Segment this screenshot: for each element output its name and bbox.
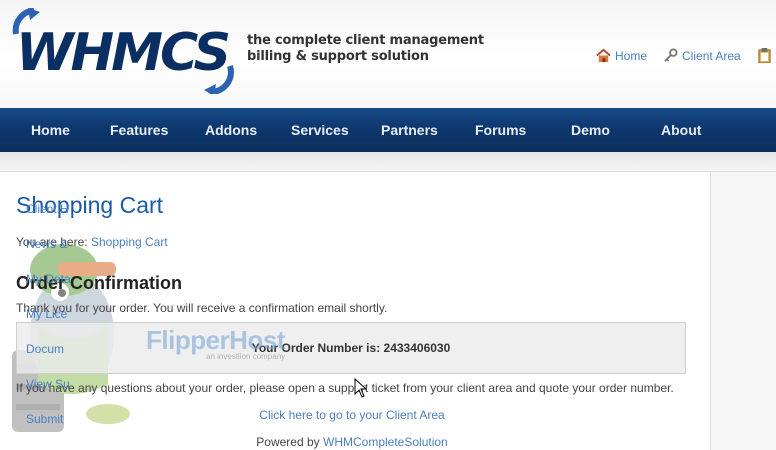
breadcrumb-link-shopping-cart[interactable]: Shopping Cart [91, 235, 168, 249]
flipperhost-watermark-logo: FlipperHost an investlion company [146, 325, 306, 365]
watermark-sub: an investlion company [206, 352, 286, 361]
tagline: the complete client management billing &… [247, 33, 484, 65]
top-link-client-area-label: Client Area [682, 48, 741, 63]
tagline-line-2: billing & support solution [247, 49, 429, 64]
top-links: Home Client Area [596, 48, 772, 63]
powered-prefix: Powered by [256, 435, 320, 449]
thanks-message: Thank you for your order. You will recei… [16, 301, 388, 315]
site-header: WHMCS the complete client management bil… [0, 0, 776, 108]
top-link-client-area[interactable]: Client Area [663, 48, 741, 63]
whmcs-logo[interactable]: WHMCS [12, 8, 236, 94]
questions-message: If you have any questions about your ord… [16, 381, 674, 395]
nav-home[interactable]: Home [31, 108, 70, 152]
sidebar-link-client-home[interactable]: Client H [26, 202, 69, 216]
sidebar [710, 172, 776, 450]
sidebar-link-my-licenses[interactable]: My Lice [26, 307, 67, 321]
nav-partners[interactable]: Partners [381, 108, 438, 152]
clipboard-icon [758, 48, 771, 63]
sidebar-link-news[interactable]: News & [26, 237, 67, 251]
sidebar-link-my-details[interactable]: My Deta [26, 272, 71, 286]
nav-features[interactable]: Features [110, 108, 168, 152]
sidebar-link-documentation[interactable]: Docum [26, 342, 64, 356]
sidebar-link-submit[interactable]: Submit [26, 412, 63, 426]
sidebar-link-view-support[interactable]: View Su [26, 377, 70, 391]
sub-bar [0, 152, 776, 172]
nav-services[interactable]: Services [291, 108, 349, 152]
nav-forums[interactable]: Forums [475, 108, 526, 152]
nav-about[interactable]: About [661, 108, 701, 152]
main-nav: Home Features Addons Services Partners F… [0, 108, 776, 152]
svg-text:WHMCS: WHMCS [16, 23, 229, 83]
top-link-home-label: Home [615, 48, 648, 63]
order-number-box: Your Order Number is: 2433406030 [16, 322, 686, 374]
house-icon [596, 48, 611, 63]
mouse-cursor-icon [354, 378, 368, 398]
order-number: Your Order Number is: 2433406030 [251, 341, 451, 355]
client-area-link[interactable]: Click here to go to your Client Area [0, 408, 704, 422]
key-icon [664, 48, 678, 62]
nav-addons[interactable]: Addons [205, 108, 257, 152]
nav-demo[interactable]: Demo [571, 108, 610, 152]
top-link-home[interactable]: Home [596, 48, 647, 63]
top-link-clipboard[interactable] [757, 48, 772, 63]
powered-link[interactable]: WHMCompleteSolution [323, 435, 448, 449]
tagline-line-1: the complete client management [247, 33, 484, 48]
powered-by: Powered by WHMCompleteSolution [0, 435, 704, 449]
